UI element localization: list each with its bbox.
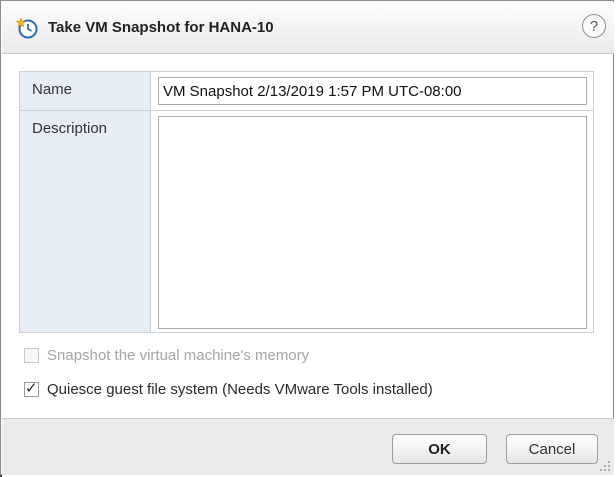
memory-option-label: Snapshot the virtual machine's memory	[47, 346, 310, 364]
form-label-column	[20, 72, 151, 332]
help-icon[interactable]: ?	[582, 14, 606, 38]
quiesce-checkbox[interactable]: ✓	[24, 379, 39, 397]
dialog-title: Take VM Snapshot for HANA-10	[48, 19, 274, 36]
description-field[interactable]	[158, 116, 587, 329]
snapshot-clock-icon	[16, 17, 38, 39]
name-label: Name	[32, 81, 73, 98]
cancel-button[interactable]: Cancel	[506, 434, 598, 464]
memory-checkbox[interactable]	[24, 347, 39, 363]
quiesce-option-label: Quiesce guest file system (Needs VMware …	[47, 380, 433, 398]
snapshot-dialog: Take VM Snapshot for HANA-10 ? Name Desc…	[0, 0, 614, 475]
dialog-titlebar[interactable]: Take VM Snapshot for HANA-10 ?	[2, 2, 614, 54]
ok-button[interactable]: OK	[392, 434, 487, 464]
form-row-divider	[20, 110, 593, 111]
quiesce-option[interactable]: ✓ Quiesce guest file system (Needs VMwar…	[24, 379, 433, 399]
resize-grip-icon[interactable]	[599, 460, 611, 472]
dialog-footer: OK Cancel	[2, 418, 614, 475]
memory-option[interactable]: Snapshot the virtual machine's memory	[24, 345, 309, 365]
snapshot-form: Name Description	[19, 71, 594, 333]
description-label: Description	[32, 120, 108, 137]
checkmark-icon: ✓	[25, 379, 38, 397]
name-field[interactable]	[158, 77, 587, 105]
